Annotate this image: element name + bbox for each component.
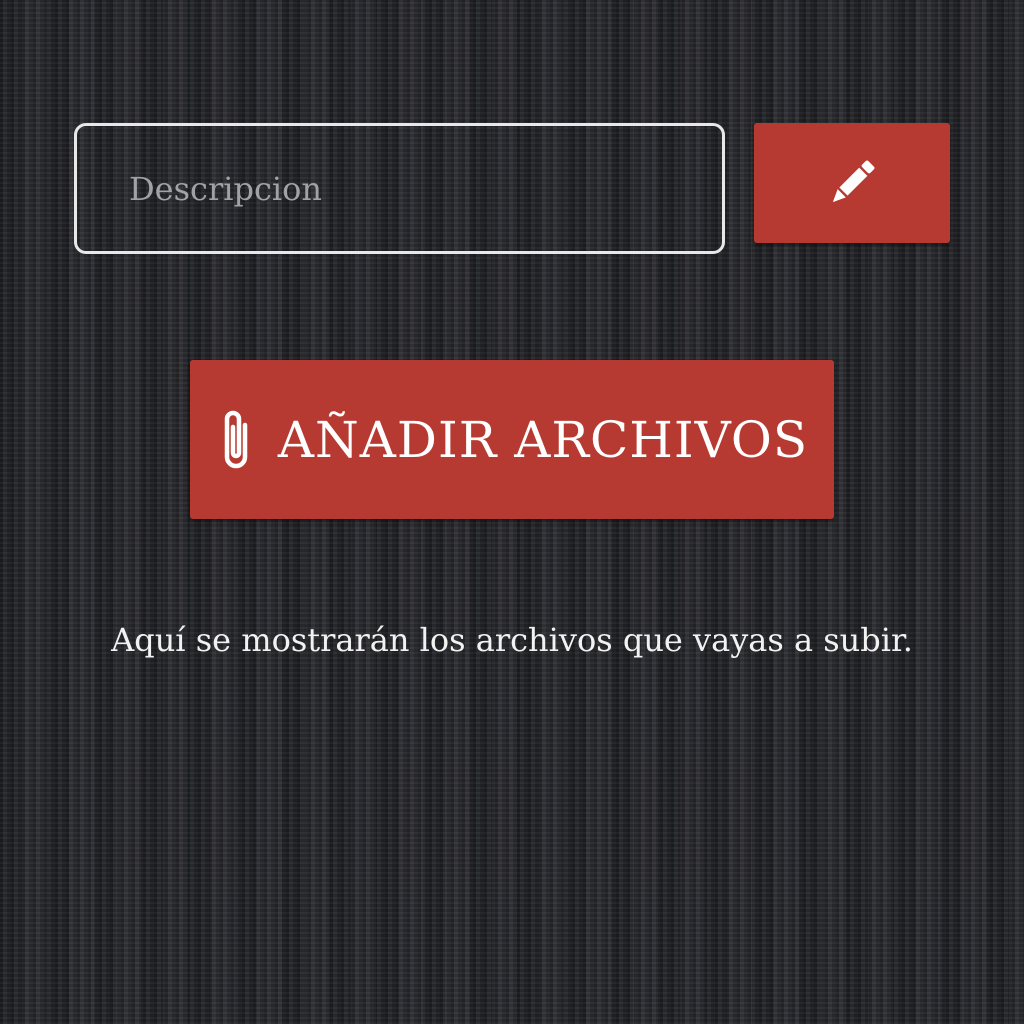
add-files-button[interactable]: AÑADIR ARCHIVOS <box>190 360 834 519</box>
empty-files-message: Aquí se mostrarán los archivos que vayas… <box>111 621 913 659</box>
pencil-icon <box>823 154 881 212</box>
add-files-label: AÑADIR ARCHIVOS <box>277 410 809 469</box>
edit-button[interactable] <box>754 123 950 243</box>
paperclip-icon <box>216 405 256 475</box>
description-input[interactable] <box>74 123 725 254</box>
